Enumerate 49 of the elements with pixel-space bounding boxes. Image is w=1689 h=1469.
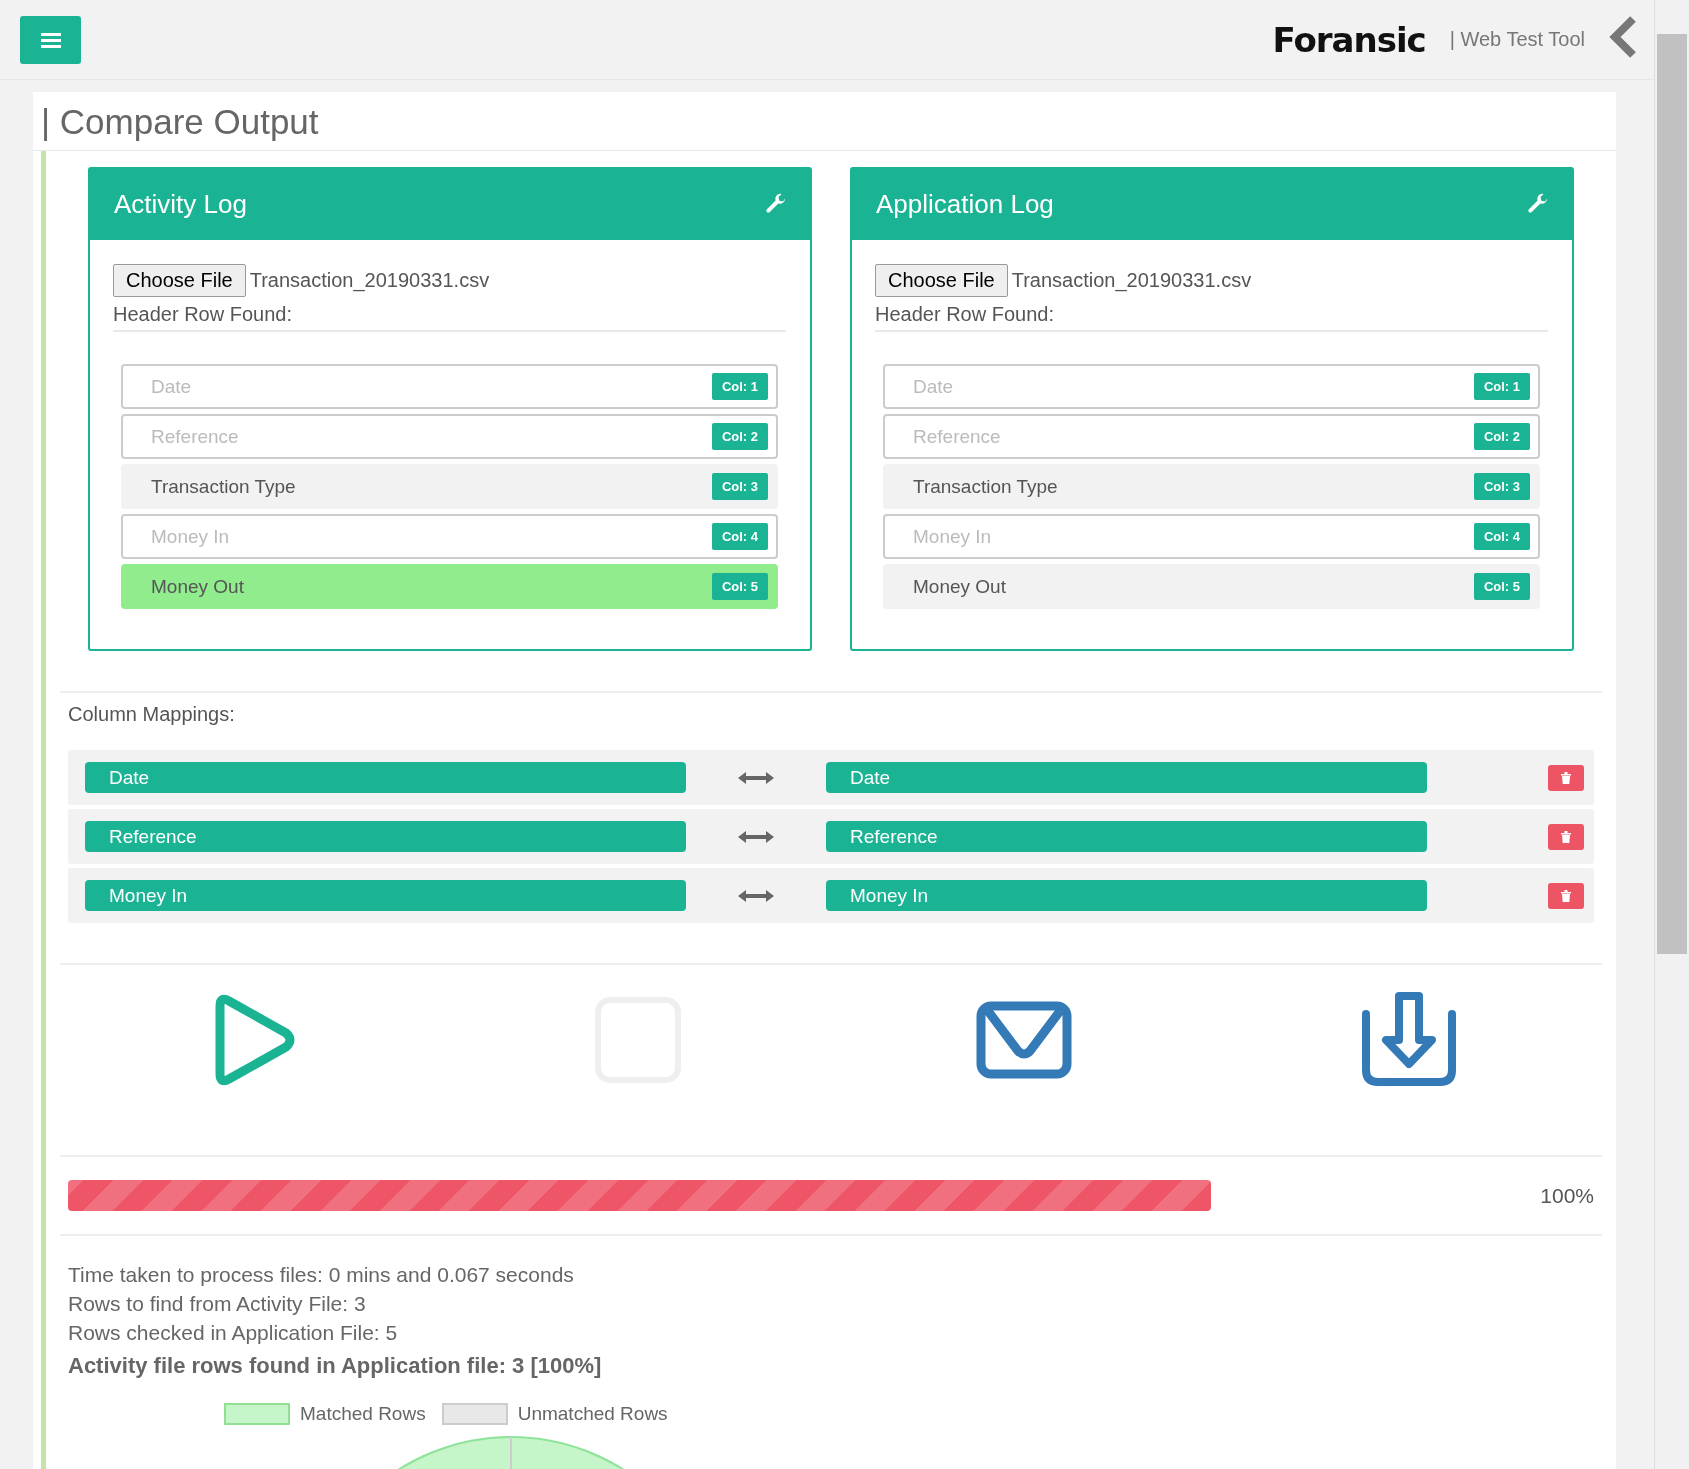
column-badge: Col: 3 [711,473,768,500]
column-name: Transaction Type [151,475,296,498]
column-name: Transaction Type [913,475,1058,498]
choose-file-button[interactable]: Choose File [113,264,246,297]
column-name: Date [151,375,192,398]
mapping-column: Date [826,762,1427,793]
progress-reading: 100% [1540,1183,1594,1208]
legend-label: Unmatched Rows [517,1403,668,1425]
section-label: Column Mappings: [67,702,236,727]
summary-text: Activity file rows found in Application file: 3 [100%] [68,1353,603,1379]
mapping-column: Date [85,762,686,793]
column-item[interactable]: Money Out Col: 5 [883,564,1540,609]
header-label: Header Row Found: [113,297,786,332]
page-title: | Compare Output [33,92,1616,151]
panel-title: Application Log [876,189,1054,220]
column-badge: Col: 4 [711,523,768,550]
column-badge: Col: 2 [1473,423,1530,450]
column-item[interactable]: Transaction Type Col: 3 [121,464,778,509]
column-item[interactable]: Money Out Col: 5 [121,564,778,609]
column-badge: Col: 5 [711,573,768,600]
column-item[interactable]: Transaction Type Col: 3 [883,464,1540,509]
choose-file-button[interactable]: Choose File [875,264,1008,297]
result-text: Rows checked in Application File: 5 [68,1320,399,1346]
column-badge: Col: 5 [1473,573,1530,600]
result-text: Rows to find from Activity File: 3 [68,1291,367,1317]
mapping-column: Money In [85,880,686,911]
mapping-column: Reference [826,821,1427,852]
panel-title: Activity Log [114,189,247,220]
column-badge: Col: 1 [1473,373,1530,400]
header-label: Header Row Found: [875,297,1548,332]
column-name: Money In [151,525,230,548]
column-name: Date [913,375,954,398]
mapping-column: Reference [85,821,686,852]
column-name: Reference [151,425,239,448]
legend-label: Matched Rows [300,1403,426,1425]
column-name: Money Out [913,575,1006,598]
column-name: Money Out [151,575,244,598]
column-badge: Col: 4 [1473,523,1530,550]
file-name: Transaction_20190331.csv [249,269,490,292]
app-tagline: | Web Test Tool [1449,28,1585,51]
column-badge: Col: 1 [711,373,768,400]
column-name: Reference [913,425,1001,448]
file-name: Transaction_20190331.csv [1011,269,1252,292]
logo: Foransic [1272,19,1426,60]
column-badge: Col: 2 [711,423,768,450]
mapping-column: Money In [826,880,1427,911]
result-text: Time taken to process files: 0 mins and 0.067 seconds [68,1262,575,1288]
column-name: Money In [913,525,992,548]
column-badge: Col: 3 [1473,473,1530,500]
